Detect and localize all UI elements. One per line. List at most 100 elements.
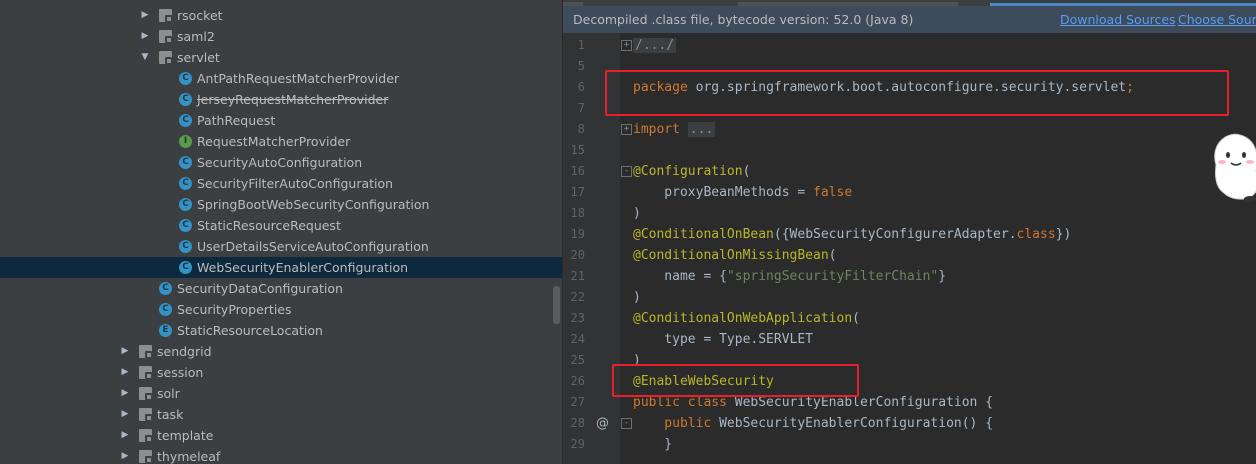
tree-item-label: WebSecurityEnablerConfiguration [197, 260, 409, 275]
code-line: @ConditionalOnWebApplication( [633, 311, 860, 326]
expand-arrow-right-icon[interactable]: ▶ [119, 362, 131, 383]
code-line: @ConditionalOnBean({WebSecurityConfigure… [633, 227, 1072, 242]
tree-item-label: SpringBootWebSecurityConfiguration [197, 197, 430, 212]
tree-class-item[interactable]: C PathRequest [0, 110, 563, 131]
class-icon: C [179, 198, 192, 211]
choose-sources-link[interactable]: Choose Sources... [1178, 12, 1256, 27]
line-number: 27 [570, 395, 585, 409]
line-number: 18 [570, 206, 585, 220]
code-line: ) [633, 206, 641, 221]
class-icon: C [179, 219, 192, 232]
package-folder-icon [139, 387, 152, 400]
tree-folder-item[interactable]: ▶ thymeleaf [0, 446, 563, 464]
tree-folder-item[interactable]: ▼ servlet [0, 47, 563, 68]
tree-item-label: servlet [177, 50, 220, 65]
tree-class-item[interactable]: C SecurityProperties [0, 299, 563, 320]
banner-message: Decompiled .class file, bytecode version… [573, 12, 914, 27]
line-number: 22 [570, 290, 585, 304]
class-icon: C [179, 93, 192, 106]
expand-arrow-right-icon[interactable]: ▶ [119, 425, 131, 446]
line-number: 15 [570, 143, 585, 157]
ghost-mascot-icon [1214, 133, 1256, 202]
package-folder-icon [139, 408, 152, 421]
expand-arrow-right-icon[interactable]: ▶ [119, 383, 131, 404]
tree-class-item[interactable]: C JerseyRequestMatcherProvider [0, 89, 563, 110]
line-number: 28 [570, 416, 585, 430]
code-line: type = Type.SERVLET [633, 332, 814, 347]
tree-class-item[interactable]: C SpringBootWebSecurityConfiguration [0, 194, 563, 215]
tree-item-label: session [157, 365, 204, 380]
tree-item-label: template [157, 428, 214, 443]
package-folder-icon [159, 30, 172, 43]
tree-class-item[interactable]: C SecurityDataConfiguration [0, 278, 563, 299]
line-number: 24 [570, 332, 585, 346]
package-folder-icon [139, 450, 152, 463]
tree-class-item[interactable]: C AntPathRequestMatcherProvider [0, 68, 563, 89]
tree-class-item[interactable]: E StaticResourceLocation [0, 320, 563, 341]
tree-class-item[interactable]: C SecurityAutoConfiguration [0, 152, 563, 173]
tree-item-label: SecurityProperties [177, 302, 292, 317]
expand-arrow-right-icon[interactable]: ▶ [119, 404, 131, 425]
line-number: 29 [570, 437, 585, 451]
tree-item-label: SecurityDataConfiguration [177, 281, 343, 296]
enum-icon: E [159, 324, 172, 337]
tree-folder-item[interactable]: ▶ saml2 [0, 26, 563, 47]
expand-arrow-right-icon[interactable]: ▶ [139, 5, 151, 26]
code-line: name = {"springSecurityFilterChain"} [633, 269, 947, 284]
line-number: 17 [570, 185, 585, 199]
expand-arrow-right-icon[interactable]: ▶ [119, 341, 131, 362]
class-icon: C [179, 156, 192, 169]
code-line: } [633, 437, 673, 452]
tree-class-item[interactable]: I RequestMatcherProvider [0, 131, 563, 152]
line-number: 6 [577, 80, 585, 94]
tree-item-label: solr [157, 386, 180, 401]
tree-item-label: AntPathRequestMatcherProvider [197, 71, 400, 86]
tree-folder-item[interactable]: ▶ template [0, 425, 563, 446]
override-marker-icon[interactable]: @ [596, 413, 609, 434]
tree-item-label: thymeleaf [157, 449, 221, 464]
fold-collapse-icon[interactable]: - [621, 166, 632, 177]
expand-arrow-down-icon[interactable]: ▼ [139, 47, 151, 68]
tree-item-label: saml2 [177, 29, 215, 44]
tree-scrollbar[interactable] [553, 286, 560, 324]
code-line: proxyBeanMethods = false [633, 185, 853, 200]
line-number: 1 [577, 38, 585, 52]
tree-class-item[interactable]: C WebSecurityEnablerConfiguration [0, 257, 563, 278]
tree-folder-item[interactable]: ▶ rsocket [0, 5, 563, 26]
line-number: 19 [570, 227, 585, 241]
tree-class-item[interactable]: C UserDetailsServiceAutoConfiguration [0, 236, 563, 257]
code-line: public WebSecurityEnablerConfiguration()… [633, 416, 994, 431]
fold-expand-icon[interactable]: + [621, 124, 632, 135]
tree-item-label: SecurityFilterAutoConfiguration [197, 176, 394, 191]
expand-arrow-right-icon[interactable]: ▶ [139, 26, 151, 47]
line-number: 16 [570, 164, 585, 178]
code-line: ) [633, 290, 641, 305]
download-sources-link[interactable]: Download Sources [1060, 12, 1176, 27]
class-icon: C [179, 72, 192, 85]
interface-icon: I [179, 135, 192, 148]
tree-folder-item[interactable]: ▶ sendgrid [0, 341, 563, 362]
class-icon: C [159, 282, 172, 295]
tree-item-label: task [157, 407, 184, 422]
fold-expand-icon[interactable]: + [621, 40, 632, 51]
tree-item-label: JerseyRequestMatcherProvider [197, 92, 389, 107]
code-line: /.../ [633, 38, 677, 53]
tree-folder-item[interactable]: ▶ solr [0, 383, 563, 404]
tree-item-label: UserDetailsServiceAutoConfiguration [197, 239, 429, 254]
project-tree[interactable]: ▶ rsocket ▶ saml2 ▼ servlet C AntPathRequestMat… [0, 0, 563, 464]
tree-item-label: RequestMatcherProvider [197, 134, 351, 149]
expand-arrow-right-icon[interactable]: ▶ [119, 446, 131, 464]
tree-folder-item[interactable]: ▶ task [0, 404, 563, 425]
class-icon: C [179, 240, 192, 253]
tree-class-item[interactable]: C SecurityFilterAutoConfiguration [0, 173, 563, 194]
package-folder-icon [139, 429, 152, 442]
line-number: 21 [570, 269, 585, 283]
fold-collapse-icon[interactable]: - [621, 418, 632, 429]
package-folder-icon [159, 9, 172, 22]
class-icon: C [179, 114, 192, 127]
line-number: 20 [570, 248, 585, 262]
tree-class-item[interactable]: C StaticResourceRequest [0, 215, 563, 236]
tree-folder-item[interactable]: ▶ session [0, 362, 563, 383]
class-icon: C [179, 261, 192, 274]
highlight-box-annotation [612, 364, 859, 397]
